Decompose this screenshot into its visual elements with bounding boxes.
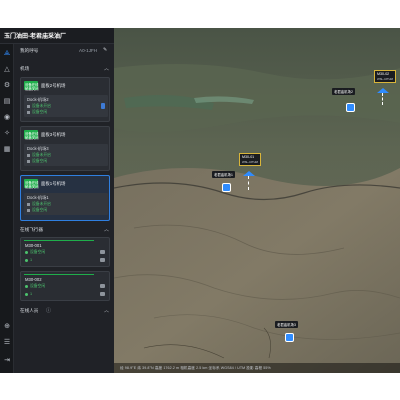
dock-status-line: 设备未开启	[27, 202, 51, 207]
dock-card[interactable]: 设备在线 舱盖关闭 面板2号机场 Dock-机场2 设备未开启 设备空闲	[20, 77, 110, 122]
chevron-up-icon[interactable]: ︿	[104, 65, 109, 72]
dock-card[interactable]: 设备在线 舱盖关闭 面板1号机场 Dock-机场1 设备未开启 设备空闲	[20, 175, 110, 221]
dock-pin-label: 老君庙机场2	[332, 88, 355, 95]
dock-info: Dock-机场1 设备未开启 设备空闲	[24, 193, 108, 215]
dock-pin-icon[interactable]	[346, 103, 355, 112]
drone-card[interactable]: M30-002 设备空闲 1	[20, 271, 110, 301]
target-icon[interactable]: ⊕	[3, 323, 11, 331]
list-icon[interactable]: ☰	[3, 339, 11, 347]
nav-rail: ⟁ △ ⚙ ▤ ◉ ✧ ▦ ⊕ ☰ ⇥	[0, 44, 14, 373]
device-icon	[100, 292, 105, 296]
exit-icon[interactable]: ⇥	[3, 357, 11, 365]
calendar-icon[interactable]: ▦	[3, 146, 11, 154]
dock-status-line: 设备空闲	[27, 159, 47, 164]
online-section-title: 在线人员	[20, 308, 39, 313]
app-window: 玉门油田-老君庙采油厂 ⟁ △ ⚙ ▤ ◉ ✧ ▦ ⊕ ☰ ⇥ 我的呼号 A0-…	[0, 28, 400, 373]
map-status-bar: 经 98.9°E 纬 39.8°N 高度 1762.2 m 相机高度 2.5 k…	[114, 363, 400, 373]
dock-info: Dock-机场2 设备未开启 设备空闲	[24, 95, 108, 117]
edit-icon[interactable]: ✎	[103, 47, 107, 53]
dock-pin-label: 老君庙机场3	[275, 321, 298, 328]
battery-icon	[101, 103, 105, 109]
drone-status: 设备空闲	[25, 250, 45, 255]
device-icon	[27, 153, 30, 157]
warning-icon[interactable]: △	[3, 66, 11, 74]
coordinate-readout: 经 98.9°E 纬 39.8°N 高度 1762.2 m 相机高度 2.5 k…	[120, 365, 271, 370]
device-icon	[27, 104, 30, 108]
status-badge: 设备在线 舱盖关闭	[24, 130, 39, 140]
device-icon	[100, 258, 105, 262]
dock-card[interactable]: 设备在线 舱盖关闭 面板3号机场 Dock-机场3 设备未开启 设备空闲	[20, 126, 110, 171]
aircraft-label[interactable]: M30-02 WSL-3JTHM	[374, 70, 397, 83]
aircraft-icon[interactable]	[377, 88, 389, 93]
app-header: 玉门油田-老君庙采油厂	[0, 28, 114, 44]
terrain-map[interactable]	[114, 28, 400, 373]
status-badge: 设备在线 舱盖关闭	[24, 81, 39, 91]
chevron-up-icon[interactable]: ︿	[104, 226, 109, 233]
status-badge: 设备在线 舱盖关闭	[24, 179, 39, 189]
drone-name: M30-002	[25, 277, 42, 282]
settings-icon[interactable]: ⚙	[3, 82, 11, 90]
dock-pin-label: 老君庙机场1	[212, 171, 235, 178]
status-dot	[25, 292, 28, 296]
device-icon	[100, 250, 105, 254]
dock-name: Dock-机场3	[27, 146, 49, 151]
doc-icon[interactable]: ▤	[3, 98, 11, 106]
dock-pin-icon[interactable]	[285, 333, 294, 342]
device-icon	[100, 284, 105, 288]
plane-icon[interactable]: ⟁	[3, 50, 11, 58]
docks-section-title: 机场	[20, 66, 30, 71]
dock-status-line: 设备未开启	[27, 153, 51, 158]
status-dot	[25, 284, 28, 288]
device-icon	[27, 208, 30, 212]
info-icon[interactable]: ⓘ	[46, 307, 51, 314]
dock-status-line: 设备空闲	[27, 110, 47, 115]
altitude-line	[248, 176, 249, 190]
callsign-value: A0-1JFH	[79, 48, 98, 53]
callsign-label: 我的呼号	[20, 48, 39, 53]
drone-card[interactable]: M30-001 设备空闲 1	[20, 237, 110, 267]
device-icon	[27, 159, 30, 163]
dock-info: Dock-机场3 设备未开启 设备空闲	[24, 144, 108, 166]
battery-bar	[24, 274, 94, 275]
chevron-up-icon[interactable]: ︿	[104, 307, 109, 314]
dock-card-title: 面板2号机场	[41, 83, 66, 88]
globe-icon[interactable]: ◉	[3, 114, 11, 122]
dock-card-title: 面板3号机场	[41, 132, 66, 137]
aircraft-label[interactable]: M30-01 WSL-3JTHM	[239, 153, 262, 166]
dock-status-line: 设备未开启	[27, 104, 51, 109]
device-icon	[27, 202, 30, 206]
side-panel: 我的呼号 A0-1JFH ✎ 机场 ︿ 设备在线 舱盖关闭 面板2号机场 Doc…	[14, 44, 114, 373]
dock-status-line: 设备空闲	[27, 208, 47, 213]
altitude-line	[382, 93, 383, 105]
drones-section-title: 在线飞行器	[20, 227, 43, 232]
dock-card-title: 面板1号机场	[41, 181, 66, 186]
dock-name: Dock-机场1	[27, 195, 49, 200]
device-icon	[27, 110, 30, 114]
drone-status: 设备空闲	[25, 284, 45, 289]
dock-name: Dock-机场2	[27, 97, 49, 102]
dock-pin-icon[interactable]	[222, 183, 231, 192]
map-view[interactable]: M30-01 WSL-3JTHM M30-02 WSL-3JTHM 老君庙机场2…	[114, 28, 400, 373]
drone-name: M30-001	[25, 243, 42, 248]
drone-count: 1	[25, 258, 32, 262]
battery-bar	[24, 240, 94, 241]
app-title: 玉门油田-老君庙采油厂	[4, 34, 66, 40]
drone-count: 1	[25, 292, 32, 296]
status-dot	[25, 258, 28, 262]
status-dot	[25, 250, 28, 254]
aircraft-icon[interactable]	[243, 171, 255, 176]
compass-icon[interactable]: ✧	[3, 130, 11, 138]
